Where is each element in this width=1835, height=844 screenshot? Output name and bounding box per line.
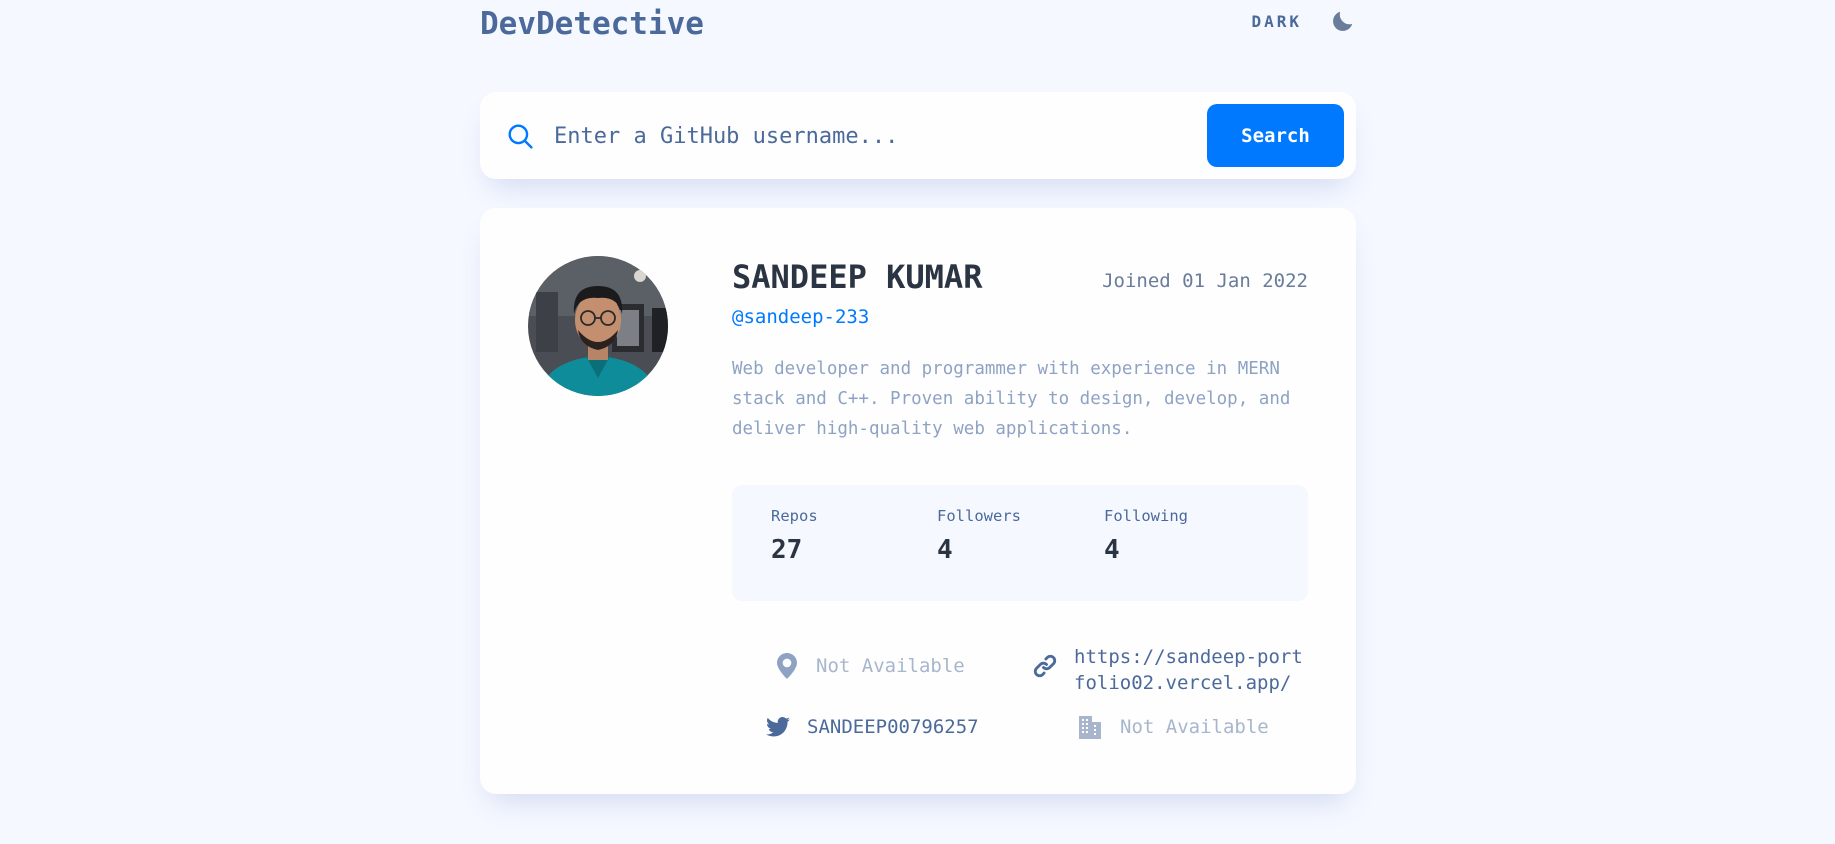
search-bar: Search xyxy=(480,92,1356,179)
building-icon xyxy=(1078,715,1102,739)
location-info: Not Available xyxy=(777,653,965,679)
website-info: https://sandeep-portfolio02.vercel.app/ xyxy=(1032,644,1310,696)
profile-bio: Web developer and programmer with experi… xyxy=(732,359,1291,439)
stat-following-value: 4 xyxy=(1104,535,1120,565)
stat-repos-label: Repos xyxy=(771,507,818,525)
app-header: DevDetective DARK xyxy=(480,0,1356,60)
app-logo: DevDetective xyxy=(480,6,704,42)
website-link[interactable]: https://sandeep-portfolio02.vercel.app/ xyxy=(1074,644,1310,696)
stats-panel: Repos 27 Followers 4 Following 4 xyxy=(732,485,1308,601)
profile-name: SANDEEP KUMAR xyxy=(732,258,983,296)
theme-toggle-label: DARK xyxy=(1251,11,1302,31)
stat-followers-label: Followers xyxy=(937,507,1021,525)
company-text: Not Available xyxy=(1120,716,1269,738)
profile-card: SANDEEP KUMAR Joined 01 Jan 2022 @sandee… xyxy=(480,208,1356,794)
profile-handle-link[interactable]: @sandeep-233 xyxy=(732,306,869,328)
theme-toggle-button[interactable]: DARK xyxy=(1251,8,1356,34)
stat-following-label: Following xyxy=(1104,507,1188,525)
twitter-handle[interactable]: SANDEEP00796257 xyxy=(807,716,979,738)
search-button[interactable]: Search xyxy=(1207,104,1344,167)
location-pin-icon xyxy=(777,653,797,679)
link-icon xyxy=(1032,653,1058,679)
stat-repos: Repos 27 xyxy=(771,507,818,565)
company-info: Not Available xyxy=(1078,715,1269,739)
joined-date: Joined 01 Jan 2022 xyxy=(1102,270,1308,292)
twitter-icon xyxy=(766,717,790,737)
app-container: DevDetective DARK Search xyxy=(480,0,1356,794)
location-text: Not Available xyxy=(816,655,965,677)
search-input[interactable] xyxy=(552,114,1152,158)
stat-repos-value: 27 xyxy=(771,535,803,565)
twitter-info: SANDEEP00796257 xyxy=(766,716,979,738)
stat-followers: Followers 4 xyxy=(937,507,1021,565)
stat-following: Following 4 xyxy=(1104,507,1188,565)
moon-icon xyxy=(1330,8,1356,34)
stat-followers-value: 4 xyxy=(937,535,953,565)
avatar xyxy=(528,256,668,396)
